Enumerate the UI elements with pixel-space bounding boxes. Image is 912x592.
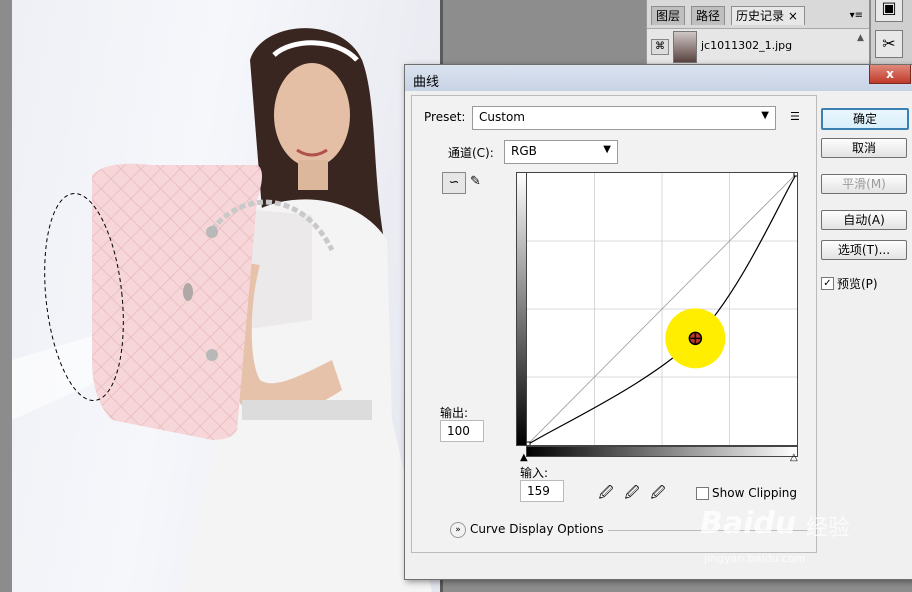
input-field[interactable]: 159	[520, 480, 564, 502]
chevron-down-icon: ▼	[761, 110, 769, 121]
scroll-up-icon[interactable]: ▲	[857, 33, 867, 43]
tab-history[interactable]: 历史记录 ×	[731, 6, 805, 25]
black-point-slider-icon[interactable]: ▲	[520, 452, 528, 463]
chevron-down-icon: ▼	[603, 144, 611, 155]
tab-history-label: 历史记录	[736, 9, 785, 23]
cancel-button[interactable]: 取消	[821, 138, 907, 158]
history-snapshot-row[interactable]: ⌘ jc1011302_1.jpg ▲	[647, 28, 869, 63]
document-canvas[interactable]	[0, 0, 440, 592]
options-button[interactable]: 选项(T)...	[821, 240, 907, 260]
tab-paths[interactable]: 路径	[691, 6, 726, 25]
white-point-slider-icon[interactable]: △	[790, 452, 798, 463]
photo-image[interactable]	[12, 0, 440, 592]
snapshot-source-icon[interactable]: ⌘	[651, 39, 669, 55]
baidu-watermark: Baidu 经验 jingyan.baidu.com	[696, 500, 866, 570]
show-clipping-checkbox[interactable]	[696, 487, 709, 500]
curve-display-options-label[interactable]: Curve Display Options	[470, 522, 604, 536]
channel-label: 通道(C):	[448, 146, 494, 160]
curves-main-panel: Preset: Custom ▼ ☰ 通道(C): RGB ▼ ∽ ✎ 输出: …	[411, 95, 817, 553]
preset-select[interactable]: Custom ▼	[472, 106, 776, 130]
output-label: 输出:	[440, 406, 469, 420]
photo-drawing	[12, 28, 432, 592]
ok-button[interactable]: 确定	[821, 108, 909, 130]
preview-label: 预览(P)	[837, 277, 878, 291]
auto-button[interactable]: 自动(A)	[821, 210, 907, 230]
watermark-brand-cn: 经验	[806, 516, 851, 541]
smooth-button[interactable]: 平滑(M)	[821, 174, 907, 194]
preset-options-icon[interactable]: ☰	[790, 110, 800, 123]
show-clipping-label: Show Clipping	[712, 486, 798, 500]
tab-close-icon[interactable]: ×	[788, 9, 798, 23]
curve-plot[interactable]	[523, 169, 801, 449]
dialog-title: 曲线	[413, 75, 440, 90]
watermark-url: jingyan.baidu.com	[704, 552, 806, 565]
channel-select[interactable]: RGB ▼	[504, 140, 618, 164]
white-eyedropper-icon[interactable]: 🖉	[650, 482, 666, 501]
snapshot-thumbnail	[673, 31, 697, 63]
watermark-brand: Baidu	[700, 506, 797, 541]
preset-label: Preset:	[424, 110, 466, 124]
curve-control-point[interactable]	[793, 169, 801, 177]
gray-eyedropper-icon[interactable]: 🖉	[624, 482, 640, 501]
panel-menu-icon[interactable]: ▾≡	[850, 10, 863, 21]
curve-point-tool-icon[interactable]: ∽	[442, 172, 466, 194]
snapshot-name: jc1011302_1.jpg	[701, 39, 793, 52]
black-eyedropper-icon[interactable]: 🖉	[598, 482, 614, 501]
tools-icon[interactable]: ✂	[875, 30, 903, 58]
pencil-tool-icon[interactable]: ✎	[470, 174, 481, 189]
tab-layers[interactable]: 图层	[651, 6, 686, 25]
input-label: 输入:	[520, 466, 549, 480]
curve-graph[interactable]	[523, 169, 801, 449]
right-tool-strip: ▣ ✂	[870, 0, 912, 64]
expand-chevron-icon[interactable]: »	[450, 522, 466, 538]
curve-control-point[interactable]	[523, 441, 531, 449]
history-panel: 图层 路径 历史记录 × ▾≡ ⌘ jc1011302_1.jpg ▲	[646, 0, 869, 64]
preview-checkbox[interactable]: ✓	[821, 277, 834, 290]
panel-tool-icon[interactable]: ▣	[875, 0, 903, 22]
dialog-titlebar[interactable]: 曲线 x	[405, 65, 912, 91]
dialog-close-button[interactable]: x	[869, 65, 911, 84]
preset-value: Custom	[479, 110, 525, 124]
channel-value: RGB	[511, 144, 537, 158]
input-gradient-bar	[526, 446, 798, 457]
output-field[interactable]: 100	[440, 420, 484, 442]
